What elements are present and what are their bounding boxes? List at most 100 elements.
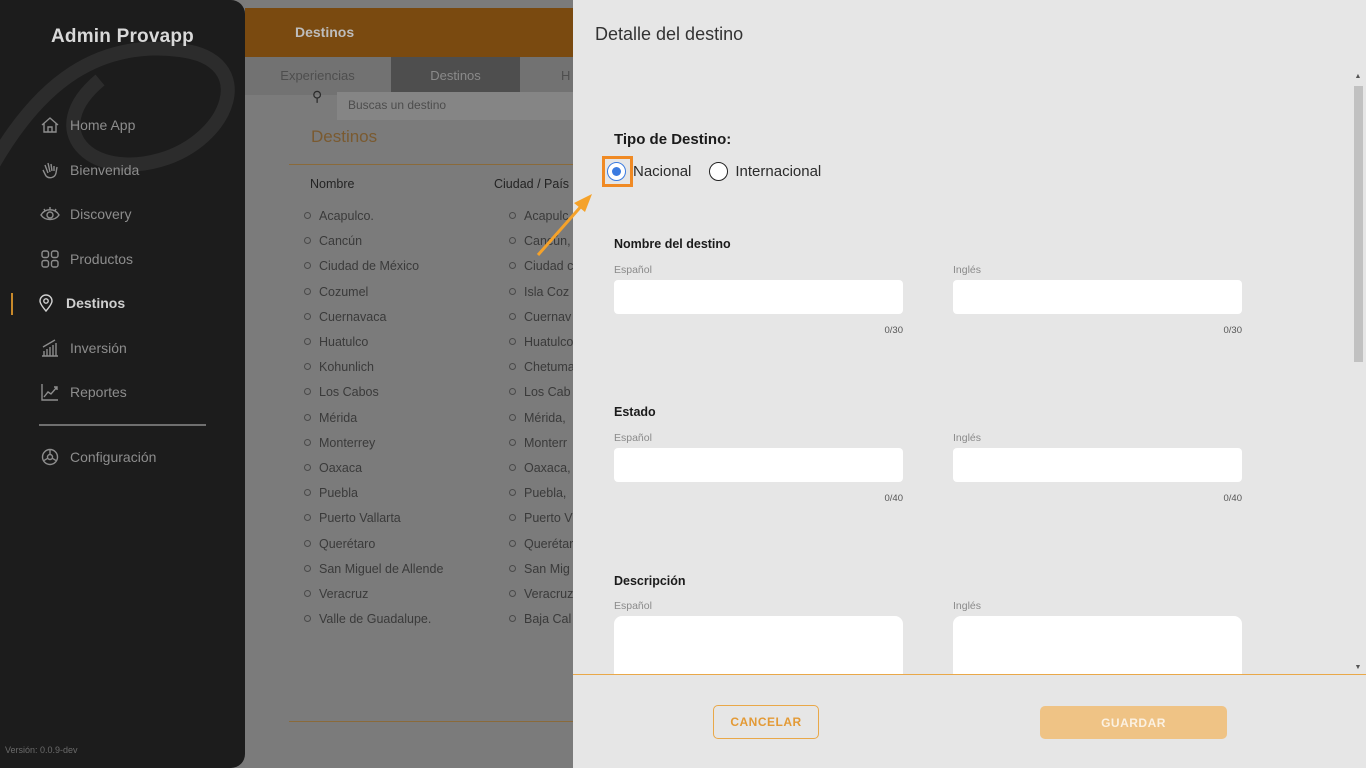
estado-title: Estado [614,405,656,419]
sidebar-item-inversion[interactable]: Inversión [0,326,245,371]
sidebar-item-destinos[interactable]: Destinos [0,281,245,326]
bg-row-name[interactable]: Los Cabos [304,385,379,399]
scrollbar-thumb[interactable] [1354,86,1363,362]
bg-row-name[interactable]: Mérida [304,411,357,425]
bg-row-text: Kohunlich [319,360,374,375]
radio-internacional-circle[interactable] [709,162,729,181]
bullet-icon [509,312,516,320]
bg-row-city[interactable]: Puebla, [509,486,566,500]
estado-es-counter: 0/40 [884,493,904,504]
bg-row-name[interactable]: Ciudad de México [304,259,419,273]
gear-icon [39,446,61,468]
bg-row-name[interactable]: Kohunlich [304,360,374,374]
tab-destinos[interactable]: Destinos [391,57,520,95]
scroll-up-icon[interactable]: ▲ [1353,73,1363,80]
bg-row-name[interactable]: Acapulco. [304,209,374,223]
bg-row-text: Acapulc [524,209,569,223]
bg-row-city[interactable]: Acapulc [509,209,568,223]
nombre-es-counter: 0/30 [884,325,904,336]
bg-row-name[interactable]: Veracruz [304,587,368,601]
bg-row-city[interactable]: Puerto V [509,511,573,525]
bg-row-city[interactable]: San Mig [509,562,570,576]
bg-row-city[interactable]: Veracruz [509,587,573,601]
bg-row-city[interactable]: Isla Coz [509,285,569,299]
descripcion-en-textarea[interactable] [953,616,1242,674]
estado-en-counter: 0/40 [1223,493,1243,504]
sidebar-item-label: Inversión [70,339,127,356]
bg-row-text: Huatulco [319,335,369,349]
sidebar-item-bienvenida[interactable]: Bienvenida [0,148,245,193]
bg-row-text: San Mig [524,561,570,576]
bg-row-city[interactable]: Chetuma [509,360,575,374]
bg-row-text: Querétar [524,536,574,551]
bg-row-city[interactable]: Cuernav [509,310,571,324]
descripcion-es-textarea[interactable] [614,616,903,674]
bg-row-text: San Miguel de Allende [319,561,444,576]
bg-row-text: Cuernavaca [319,309,387,324]
bg-row-name[interactable]: Cuernavaca [304,310,386,324]
bg-row-text: Mérida [319,410,358,425]
bg-row-text: Puebla, [524,486,567,501]
page: Destinos Experiencias Destinos H ⚲ Busca… [0,0,1366,768]
bullet-icon [304,212,311,219]
cancel-button[interactable]: CANCELAR [713,705,819,739]
bg-row-city[interactable]: Mérida, [509,411,566,425]
bg-row-city[interactable]: Baja Cal [509,612,571,626]
bg-row-text: Valle de Guadalupe. [319,612,432,627]
bullet-icon [509,388,516,396]
nombre-es-input[interactable] [614,280,903,314]
sidebar-item-discovery[interactable]: Discovery [0,192,245,237]
sidebar-item-configuracion[interactable]: Configuración [0,435,245,480]
save-button[interactable]: GUARDAR [1040,706,1227,739]
sidebar-item-productos[interactable]: Productos [0,237,245,282]
bullet-icon [304,564,311,572]
radio-nacional[interactable]: Nacional [602,156,691,187]
bullet-icon [509,363,516,371]
bg-row-text: Ciudad c [524,259,574,274]
bg-row-name[interactable]: Cozumel [304,285,368,299]
bg-row-city[interactable]: Los Cab [509,385,571,399]
nombre-destino-title: Nombre del destino [614,237,731,251]
bg-row-name[interactable]: Monterrey [304,436,375,450]
scroll-down-icon[interactable]: ▼ [1353,664,1363,671]
bg-row-name[interactable]: Puebla [304,486,358,500]
bg-row-name[interactable]: Valle de Guadalupe. [304,612,431,626]
bar-chart-icon [39,337,61,359]
bg-row-name[interactable]: Cancún [304,234,362,248]
descripcion-title: Descripción [614,574,686,588]
sidebar-item-label: Bienvenida [70,161,140,178]
bullet-icon [509,464,516,471]
bg-row-text: Cuernav [524,309,572,324]
bg-row-city[interactable]: Oaxaca, [509,461,571,475]
radio-internacional[interactable]: Internacional [709,162,821,181]
bg-row-name[interactable]: San Miguel de Allende [304,562,443,576]
sidebar-item-reportes[interactable]: Reportes [0,370,245,415]
bg-row-name[interactable]: Huatulco [304,335,368,349]
bg-row-text: Mérida, [524,410,566,425]
bg-row-city[interactable]: Monterr [509,436,567,450]
bg-column-header-name: Nombre [310,177,355,191]
bg-divider [289,164,589,165]
bullet-icon [509,489,516,497]
bg-row-name[interactable]: Querétaro [304,537,375,551]
bg-row-name[interactable]: Oaxaca [304,461,362,475]
estado-en-input[interactable] [953,448,1242,482]
bg-row-city[interactable]: Huatulco [509,335,573,349]
bullet-icon [509,539,516,547]
drawer-scrollbar[interactable]: ▲ ▼ [1352,70,1364,674]
sidebar-item-home-app[interactable]: Home App [0,103,245,148]
bg-row-city[interactable]: Ciudad c [509,259,573,273]
bg-section-title: Destinos [311,127,378,146]
bg-row-text: Los Cab [524,385,571,400]
bg-row-text: Huatulco [524,335,574,349]
nombre-en-input[interactable] [953,280,1242,314]
estado-es-input[interactable] [614,448,903,482]
bg-row-city[interactable]: Cancún, [509,234,571,248]
bg-row-name[interactable]: Puerto Vallarta [304,511,401,525]
bg-bottom-divider [289,721,589,722]
home-icon [39,114,61,136]
sidebar-item-label: Configuración [70,448,157,465]
bg-row-text: Cancún, [524,234,571,249]
bg-row-city[interactable]: Querétar [509,537,573,551]
bg-row-text: Baja Cal [524,612,572,627]
